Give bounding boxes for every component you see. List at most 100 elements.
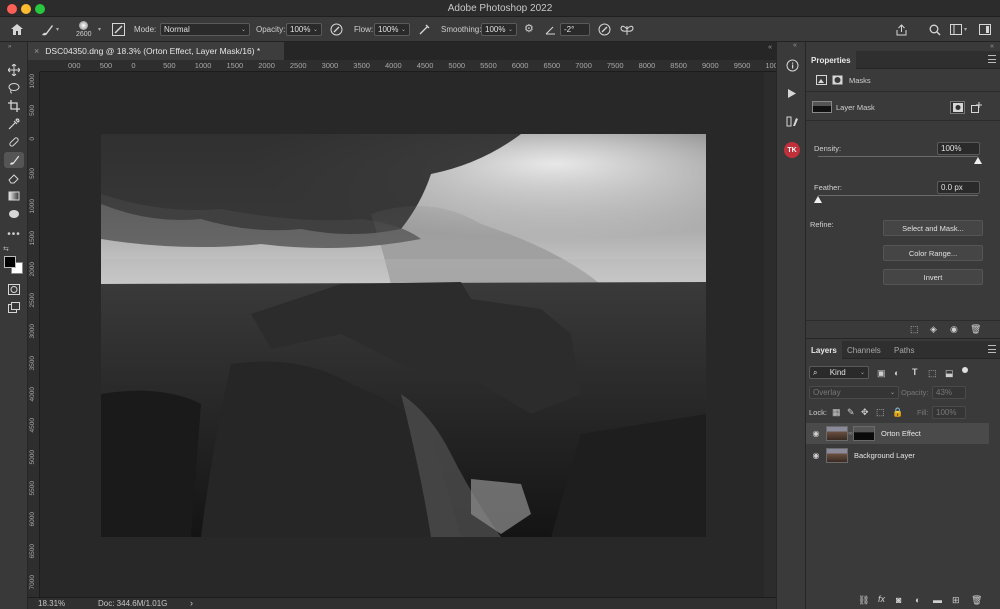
filter-smart-objects-icon[interactable]: ⬓ xyxy=(945,368,954,379)
density-field[interactable]: 100% xyxy=(937,142,980,155)
collapse-dock-icon[interactable]: « xyxy=(793,42,797,49)
pixel-mask-icon[interactable] xyxy=(816,75,827,85)
tab-paths[interactable]: Paths xyxy=(889,341,919,359)
select-and-mask-button[interactable]: Select and Mask... xyxy=(883,220,983,236)
angle-field[interactable]: -2° xyxy=(560,17,590,42)
fx-icon[interactable]: fx xyxy=(878,594,885,604)
mode-select[interactable]: Normal ⌄ xyxy=(160,17,250,42)
smoothing-field[interactable]: 100% ⌄ xyxy=(481,17,517,42)
document-tab[interactable]: × DSC04350.dng @ 18.3% (Orton Effect, La… xyxy=(28,42,284,60)
filter-type-layers-icon[interactable]: T xyxy=(912,367,918,377)
info-panel-button[interactable] xyxy=(783,56,801,74)
horizontal-ruler[interactable]: 000 500 0 500 1000 1500 2000 2500 3000 3500 4000 45… xyxy=(40,60,786,72)
collapse-toolbar-icon[interactable]: » xyxy=(8,44,11,50)
brush-tool-preset-button[interactable]: ▾ xyxy=(40,17,59,42)
layer-row-background-layer[interactable]: ◉ Background Layer xyxy=(806,445,989,466)
invert-button[interactable]: Invert xyxy=(883,269,983,285)
lasso-tool[interactable] xyxy=(4,80,24,96)
select-pixel-mask-button[interactable] xyxy=(950,101,965,114)
density-slider-track[interactable] xyxy=(818,156,978,157)
eraser-tool[interactable] xyxy=(4,170,24,186)
search-button[interactable] xyxy=(929,17,941,42)
tk-plugin-button[interactable]: TK xyxy=(783,141,801,159)
airbrush-button[interactable] xyxy=(418,17,431,42)
home-button[interactable] xyxy=(10,17,24,42)
move-tool[interactable] xyxy=(4,62,24,78)
layer-row-orton-effect[interactable]: ◉ ∞ Orton Effect xyxy=(806,423,989,444)
zoom-level[interactable]: 18.31% xyxy=(38,599,65,608)
filter-shape-layers-icon[interactable]: ⬚ xyxy=(928,368,937,379)
link-layers-icon[interactable]: ⛓ xyxy=(858,595,869,606)
lock-image-pixels-icon[interactable]: ✎ xyxy=(847,407,855,418)
load-selection-icon[interactable]: ⬚ xyxy=(910,324,919,335)
vertical-scrollbar[interactable] xyxy=(764,72,776,597)
tab-layers[interactable]: Layers xyxy=(806,341,842,359)
lock-all-icon[interactable]: 🔒 xyxy=(892,407,903,418)
opacity-field[interactable]: 100% ⌄ xyxy=(286,17,322,42)
apply-mask-icon[interactable]: ◈ xyxy=(930,324,937,335)
history-panel-button[interactable] xyxy=(783,112,801,130)
blur-tool[interactable] xyxy=(4,206,24,222)
tab-properties[interactable]: Properties xyxy=(806,51,856,69)
add-vector-mask-icon[interactable] xyxy=(971,102,982,113)
lock-position-icon[interactable]: ✥ xyxy=(861,407,869,418)
brush-size-chevron[interactable]: ▾ xyxy=(96,17,101,42)
blend-mode-select[interactable]: Overlay ⌄ xyxy=(809,386,899,399)
smoothing-options-button[interactable]: ⚙ xyxy=(524,17,534,42)
crop-tool[interactable] xyxy=(4,98,24,114)
status-menu-arrow[interactable]: › xyxy=(190,598,193,608)
new-layer-icon[interactable]: ⊞ xyxy=(952,595,960,606)
panel-menu-icon[interactable] xyxy=(988,345,996,353)
lock-transparency-icon[interactable]: ▦ xyxy=(832,407,841,418)
folder-icon[interactable]: ▬ xyxy=(933,595,942,605)
document-image[interactable] xyxy=(101,134,706,537)
gradient-tool[interactable] xyxy=(4,188,24,204)
vector-mask-icon[interactable] xyxy=(832,75,843,85)
adjustment-layer-icon[interactable]: ◐ xyxy=(915,595,920,605)
panel-menu-icon[interactable] xyxy=(988,55,996,63)
swap-colors-icon[interactable]: ⇆ xyxy=(3,245,9,253)
brush-size-picker[interactable]: 2600 xyxy=(76,17,92,42)
healing-brush-tool[interactable] xyxy=(4,134,24,150)
add-mask-icon[interactable]: ◙ xyxy=(896,595,901,605)
tab-channels[interactable]: Channels xyxy=(842,341,886,359)
trash-icon[interactable]: 🗑 xyxy=(970,324,981,335)
filter-adjustment-layers-icon[interactable]: ◐ xyxy=(894,368,899,378)
screen-mode-button[interactable] xyxy=(4,299,24,315)
visibility-eye-icon[interactable]: ◉ xyxy=(806,451,826,460)
eyedropper-tool[interactable] xyxy=(4,116,24,132)
feather-slider-thumb[interactable] xyxy=(814,196,822,203)
layer-filter-kind-select[interactable]: ⌕ Kind ⌄ xyxy=(809,366,869,379)
fill-field[interactable]: 100% xyxy=(932,406,966,419)
panel-layout-button[interactable] xyxy=(979,17,991,42)
actions-panel-button[interactable] xyxy=(783,84,801,102)
pressure-size-button[interactable] xyxy=(598,17,611,42)
layer-mask-thumbnail[interactable] xyxy=(853,426,875,441)
brush-tool[interactable] xyxy=(4,152,24,168)
trash-icon[interactable]: 🗑 xyxy=(971,595,982,606)
filter-pixel-layers-icon[interactable]: ▣ xyxy=(877,368,886,379)
more-tools-button[interactable]: ••• xyxy=(4,226,24,242)
color-range-button[interactable]: Color Range... xyxy=(883,245,983,261)
brush-settings-button[interactable] xyxy=(112,17,125,42)
feather-slider-track[interactable] xyxy=(818,195,978,196)
close-tab-icon[interactable]: × xyxy=(34,46,39,56)
share-button[interactable] xyxy=(895,17,908,42)
collapse-panel-icon[interactable]: « xyxy=(768,44,772,51)
lock-artboard-icon[interactable]: ⬚ xyxy=(876,407,885,418)
layer-opacity-field[interactable]: 43% xyxy=(932,386,966,399)
ruler-origin[interactable] xyxy=(28,60,40,72)
vertical-ruler[interactable]: 1000 500 0 500 1000 1500 2000 2500 3000 3500 4000 4… xyxy=(28,72,40,609)
density-slider-thumb[interactable] xyxy=(974,157,982,164)
filter-toggle-icon[interactable] xyxy=(962,367,968,373)
quick-mask-button[interactable] xyxy=(4,281,24,297)
feather-field[interactable]: 0.0 px xyxy=(937,181,980,194)
workspace-button[interactable]: ▾ xyxy=(950,17,967,42)
symmetry-button[interactable] xyxy=(620,17,634,42)
pressure-opacity-button[interactable] xyxy=(330,17,343,42)
foreground-color-swatch[interactable] xyxy=(4,256,16,268)
visibility-eye-icon[interactable]: ◉ xyxy=(950,324,958,335)
visibility-eye-icon[interactable]: ◉ xyxy=(806,429,826,438)
collapse-panels-icon[interactable]: « xyxy=(990,43,994,50)
flow-field[interactable]: 100% ⌄ xyxy=(374,17,410,42)
